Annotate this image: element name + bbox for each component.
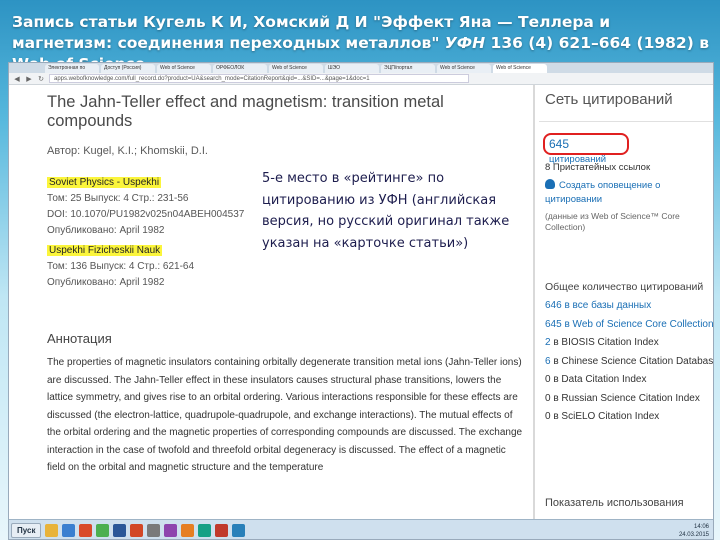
tray-time: 14:06 xyxy=(693,523,709,530)
citation-db-row[interactable]: 6 в Chinese Science Citation Database xyxy=(545,353,713,372)
citation-db-row[interactable]: 645 в Web of Science Core Collection xyxy=(545,316,713,335)
sidebar-divider xyxy=(539,121,713,122)
annotation-overlay: 5-е место в «рейтинге» по цитированию из… xyxy=(258,168,518,254)
opera-icon[interactable] xyxy=(79,524,93,537)
browser-tab[interactable]: ОРФЕОЛОК xyxy=(213,64,267,73)
page-content: The Jahn-Teller effect and magnetism: tr… xyxy=(9,85,713,519)
back-icon[interactable]: ◀ xyxy=(13,75,21,83)
volume-line-2: Том: 136 Выпуск: 4 Стр.: 621-64 xyxy=(47,261,195,272)
authors-line: Автор: Kugel, K.I.; Khomskii, D.I. xyxy=(47,145,531,157)
address-bar: ◀ ▶ ↻ apps.webofknowledge.com/full_recor… xyxy=(9,73,713,85)
total-citations-heading: Общее количество цитирований xyxy=(545,281,704,293)
start-button[interactable]: Пуск xyxy=(11,523,42,538)
published-line-2: Опубликовано: April 1982 xyxy=(47,277,165,288)
app-icon[interactable] xyxy=(198,524,212,537)
record-main: The Jahn-Teller effect and magnetism: tr… xyxy=(47,91,531,477)
total-citations: Общее количество цитирований 646 в все б… xyxy=(545,281,713,427)
app-icon[interactable] xyxy=(232,524,246,537)
chrome-icon[interactable] xyxy=(96,524,110,537)
url-input[interactable]: apps.webofknowledge.com/full_record.do?p… xyxy=(49,74,469,83)
abstract-text: The properties of magnetic insulators co… xyxy=(47,357,523,473)
citation-db-row[interactable]: 646 в все базы данных xyxy=(545,297,713,316)
abstract-heading: Аннотация xyxy=(47,331,112,346)
citation-count-circled[interactable]: 645 цитирований xyxy=(543,133,629,165)
citation-sidebar: Сеть цитирований 645 цитирований 8 Прист… xyxy=(539,85,713,519)
browser-tab[interactable]: Web of Science xyxy=(437,64,491,73)
journal-name-2[interactable]: Uspekhi Fizicheskii Nauk xyxy=(47,245,163,256)
bell-icon xyxy=(545,179,555,189)
authors-label: Автор: xyxy=(47,145,81,157)
system-tray: 14:06 24.03.2015 xyxy=(678,523,713,539)
app-icon[interactable] xyxy=(215,524,229,537)
sidebar-title: Сеть цитирований xyxy=(545,91,673,108)
citation-db-row: 0 в Russian Science Citation Index xyxy=(545,392,700,404)
forward-icon[interactable]: ▶ xyxy=(25,75,33,83)
browser-window: Электронная по Доступ (Россия) Web of Sc… xyxy=(8,62,714,540)
article-title: The Jahn-Teller effect and magnetism: tr… xyxy=(47,93,444,130)
browser-tab[interactable]: ШЭО xyxy=(325,64,379,73)
browser-tab-active[interactable]: Web of Science xyxy=(493,64,547,73)
app-icon[interactable] xyxy=(164,524,178,537)
tray-date: 24.03.2015 xyxy=(678,531,709,538)
browser-tab[interactable]: Web of Science xyxy=(269,64,323,73)
column-divider xyxy=(533,85,535,519)
tab-bar: Электронная по Доступ (Россия) Web of Sc… xyxy=(9,63,713,73)
citation-db-row: 0 в SciELO Citation Index xyxy=(545,411,660,422)
browser-tab[interactable]: ЭЦП/портал xyxy=(381,64,435,73)
ie-icon[interactable] xyxy=(62,524,76,537)
folder-icon[interactable] xyxy=(45,524,59,537)
create-alert-link[interactable]: Создать оповещение о цитировании xyxy=(545,180,660,205)
app-icon[interactable] xyxy=(181,524,195,537)
browser-tab[interactable]: Web of Science xyxy=(157,64,211,73)
browser-tab[interactable]: Доступ (Россия) xyxy=(101,64,155,73)
authors-value[interactable]: Kugel, K.I.; Khomskii, D.I. xyxy=(83,145,208,157)
browser-tab[interactable]: Электронная по xyxy=(45,64,99,73)
reload-icon[interactable]: ↻ xyxy=(37,75,45,83)
app-icon[interactable] xyxy=(147,524,161,537)
sidebar-links: 8 Пристатейных ссылок Создать оповещение… xyxy=(545,159,713,233)
word-icon[interactable] xyxy=(113,524,127,537)
citation-db-row: 0 в Data Citation Index xyxy=(545,374,647,385)
references-link[interactable]: 8 Пристатейных ссылок xyxy=(545,159,713,177)
windows-taskbar: Пуск 14:06 24.03.2015 xyxy=(9,519,713,539)
slide-title-journal: УФН xyxy=(444,34,486,52)
citation-count: 645 xyxy=(549,137,570,151)
journal-name-1[interactable]: Soviet Physics - Uspekhi xyxy=(47,177,162,188)
powerpoint-icon[interactable] xyxy=(130,524,144,537)
usage-heading: Показатель использования xyxy=(545,497,684,509)
citation-db-row[interactable]: 2 в BIOSIS Citation Index xyxy=(545,334,713,353)
data-source-note: (данные из Web of Science™ Core Collecti… xyxy=(545,211,680,232)
